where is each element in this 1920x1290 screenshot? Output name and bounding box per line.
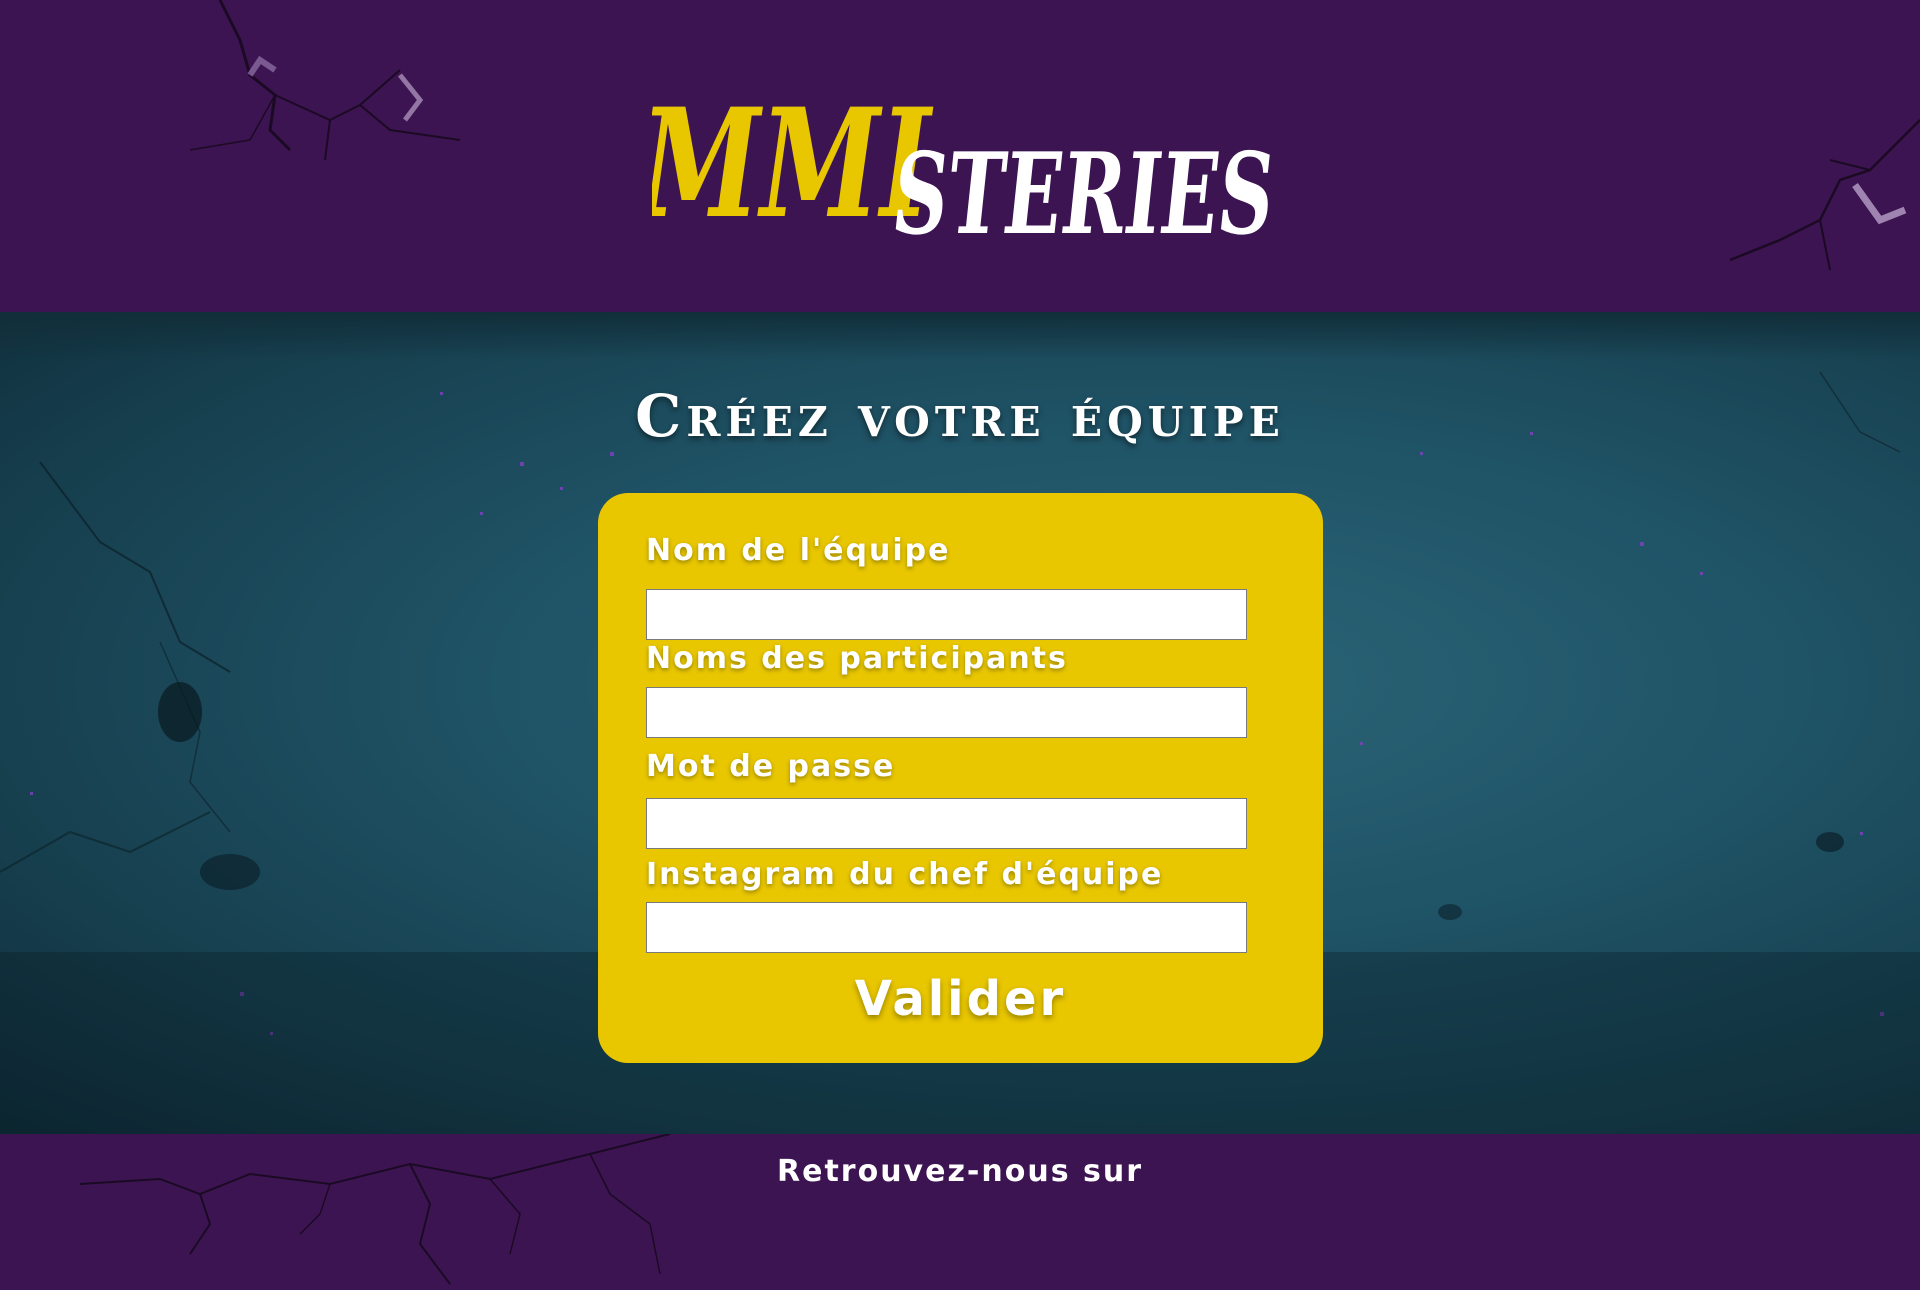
password-input[interactable]: [646, 798, 1247, 849]
team-form: Nom de l'équipe Noms des participants Mo…: [598, 493, 1323, 1063]
logo-steries-text: STERIES: [887, 129, 1281, 260]
password-label: Mot de passe: [646, 749, 896, 784]
instagram-input[interactable]: [646, 902, 1247, 953]
main-content: Créez votre équipe Nom de l'équipe Noms …: [0, 312, 1920, 1134]
submit-button[interactable]: Valider: [598, 971, 1323, 1027]
footer-social-text: Retrouvez-nous sur: [777, 1154, 1143, 1189]
participants-input[interactable]: [646, 687, 1247, 738]
site-header: MMI STERIES: [0, 0, 1920, 312]
participants-label: Noms des participants: [646, 641, 1068, 676]
instagram-label: Instagram du chef d'équipe: [646, 857, 1164, 892]
team-name-label: Nom de l'équipe: [646, 533, 951, 568]
site-footer: Retrouvez-nous sur: [0, 1134, 1920, 1290]
team-name-input[interactable]: [646, 589, 1247, 640]
page-title: Créez votre équipe: [635, 382, 1285, 450]
crack-decoration: [189, 0, 461, 161]
main-top-shadow: [0, 312, 1920, 360]
logo: MMI STERIES: [628, 38, 1302, 278]
crack-decoration: [1729, 119, 1920, 271]
